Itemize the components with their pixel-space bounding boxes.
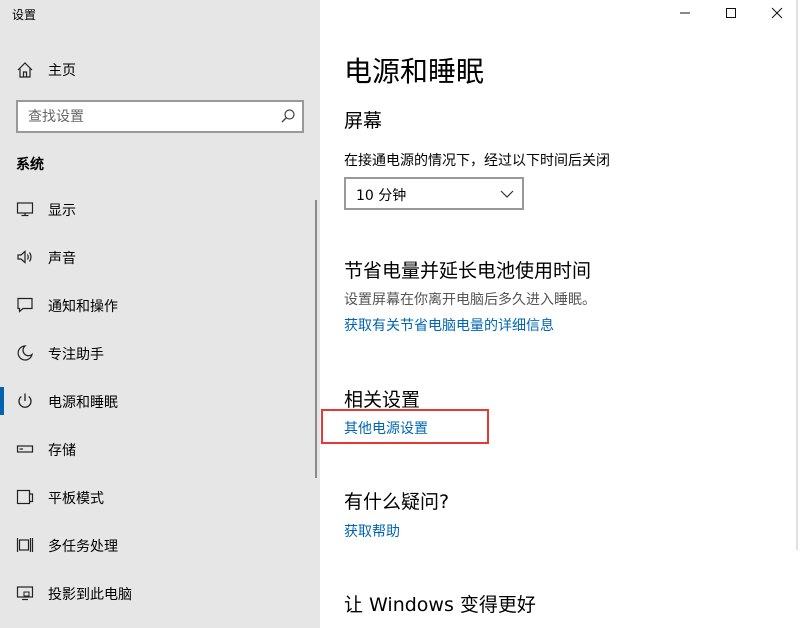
close-icon	[771, 7, 783, 19]
sidebar-item-tablet-mode[interactable]: 平板模式	[0, 479, 320, 515]
sidebar-item-label: 投影到此电脑	[48, 587, 132, 603]
dropdown-value: 10 分钟	[356, 188, 407, 204]
search-icon[interactable]	[280, 108, 296, 124]
sidebar-item-label: 电源和睡眠	[48, 395, 118, 411]
screen-timeout-dropdown[interactable]: 10 分钟	[344, 177, 524, 210]
sidebar-item-label: 平板模式	[48, 491, 104, 507]
chevron-down-icon	[500, 190, 514, 198]
power-icon	[18, 393, 32, 408]
storage-icon	[16, 445, 34, 453]
home-label: 主页	[48, 63, 76, 79]
sidebar-item-multitasking[interactable]: 多任务处理	[0, 527, 320, 563]
multitask-icon	[16, 538, 34, 552]
speaker-icon	[17, 250, 32, 264]
maximize-button[interactable]	[708, 0, 754, 28]
sidebar-item-project-to-pc[interactable]: 投影到此电脑	[0, 575, 320, 611]
sidebar-item-sound[interactable]: 声音	[0, 239, 320, 275]
sidebar-item-label: 声音	[48, 251, 76, 267]
sidebar-item-storage[interactable]: 存储	[0, 431, 320, 467]
sidebar: 设置 主页 系统 显示 声音	[0, 0, 320, 628]
notification-icon	[17, 297, 33, 313]
screen-heading: 屏幕	[344, 110, 383, 132]
battery-description: 设置屏幕在你离开电脑后多久进入睡眠。	[344, 292, 596, 308]
minimize-icon	[680, 12, 690, 14]
get-help-link[interactable]: 获取帮助	[344, 521, 400, 541]
moon-icon	[17, 345, 33, 361]
maximize-icon	[726, 8, 736, 18]
app-title: 设置	[12, 8, 37, 22]
search-box[interactable]	[16, 100, 304, 133]
related-settings-heading: 相关设置	[344, 389, 421, 411]
page-title: 电源和睡眠	[344, 55, 485, 88]
search-input[interactable]	[18, 102, 268, 131]
help-heading: 有什么疑问?	[344, 491, 450, 513]
highlight-box	[321, 409, 489, 444]
main-scrollbar[interactable]	[796, 0, 798, 550]
sidebar-item-power-sleep[interactable]: 电源和睡眠	[0, 383, 320, 419]
home-icon	[17, 62, 33, 78]
section-label-system: 系统	[16, 157, 44, 173]
main-content: 电源和睡眠 屏幕 在接通电源的情况下，经过以下时间后关闭 10 分钟 节省电量并…	[320, 0, 800, 628]
sidebar-item-display[interactable]: 显示	[0, 191, 320, 227]
sidebar-item-notifications[interactable]: 通知和操作	[0, 287, 320, 323]
home-button[interactable]: 主页	[0, 56, 320, 84]
sidebar-item-label: 专注助手	[48, 347, 104, 363]
sidebar-item-label: 多任务处理	[48, 539, 118, 555]
close-button[interactable]	[754, 0, 800, 28]
sidebar-item-label: 存储	[48, 443, 76, 459]
sidebar-item-label: 显示	[48, 203, 76, 219]
active-indicator	[0, 387, 4, 415]
display-icon	[16, 202, 34, 217]
sidebar-item-label: 通知和操作	[48, 299, 118, 315]
screen-description: 在接通电源的情况下，经过以下时间后关闭	[344, 153, 610, 169]
battery-saving-link[interactable]: 获取有关节省电脑电量的详细信息	[344, 315, 554, 335]
minimize-button[interactable]	[662, 0, 708, 28]
make-windows-better-heading: 让 Windows 变得更好	[344, 594, 536, 616]
sidebar-scrollbar[interactable]	[315, 200, 317, 478]
battery-heading: 节省电量并延长电池使用时间	[344, 260, 592, 282]
project-icon	[16, 586, 34, 601]
tablet-icon	[16, 489, 34, 505]
sidebar-item-focus-assist[interactable]: 专注助手	[0, 335, 320, 371]
